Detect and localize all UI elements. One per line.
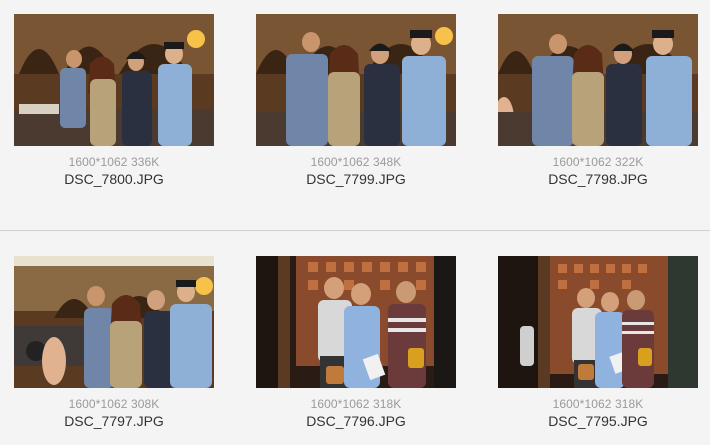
file-name[interactable]: DSC_7799.JPG	[256, 171, 456, 187]
file-name[interactable]: DSC_7796.JPG	[256, 413, 456, 429]
image-info: 1600*1062 348K	[310, 155, 402, 169]
photo-thumbnail[interactable]	[498, 14, 698, 146]
file-name[interactable]: DSC_7800.JPG	[14, 171, 214, 187]
photo-thumbnail[interactable]	[14, 14, 214, 146]
image-info: 1600*1062 318K	[310, 397, 402, 411]
thumbnail-item[interactable]: 1600*1062 348K DSC_7799.JPG	[256, 14, 456, 187]
thumbnail-item[interactable]: 1600*1062 308K DSC_7797.JPG	[14, 256, 214, 429]
row-divider	[0, 230, 710, 231]
image-info: 1600*1062 308K	[68, 397, 160, 411]
file-name[interactable]: DSC_7797.JPG	[14, 413, 214, 429]
thumbnail-item[interactable]: 1600*1062 336K DSC_7800.JPG	[14, 14, 214, 187]
photo-thumbnail[interactable]	[256, 14, 456, 146]
thumbnail-item[interactable]: 1600*1062 322K DSC_7798.JPG	[498, 14, 698, 187]
image-info: 1600*1062 336K	[68, 155, 160, 169]
photo-thumbnail[interactable]	[256, 256, 456, 388]
file-name[interactable]: DSC_7798.JPG	[498, 171, 698, 187]
image-info: 1600*1062 318K	[552, 397, 644, 411]
file-name[interactable]: DSC_7795.JPG	[498, 413, 698, 429]
thumbnail-item[interactable]: 1600*1062 318K DSC_7795.JPG	[498, 256, 698, 429]
photo-thumbnail[interactable]	[14, 256, 214, 388]
image-info: 1600*1062 322K	[552, 155, 644, 169]
thumbnail-item[interactable]: 1600*1062 318K DSC_7796.JPG	[256, 256, 456, 429]
photo-thumbnail[interactable]	[498, 256, 698, 388]
